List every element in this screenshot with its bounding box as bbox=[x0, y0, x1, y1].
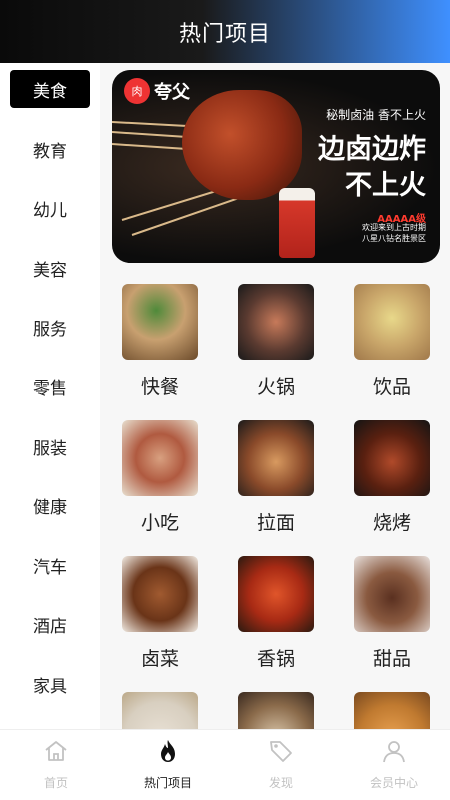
banner-small-text: 欢迎来到上古时期 八星八钻名胜景区 bbox=[306, 222, 426, 244]
main-content: 肉 夸父 秘制卤油 香不上火 边卤边炸 不上火 AAAAA级 欢迎来到上古时期 … bbox=[100, 63, 450, 729]
coffee-image bbox=[238, 692, 314, 729]
category-bbq[interactable]: 烧烤 bbox=[342, 420, 442, 540]
category-sidebar: 美食 教育 幼儿 美容 服务 零售 服装 健康 汽车 酒店 家具 bbox=[0, 63, 100, 729]
tab-hot-projects[interactable]: 热门项目 bbox=[112, 730, 224, 800]
category-drinks[interactable]: 饮品 bbox=[342, 284, 442, 404]
tab-member-center[interactable]: 会员中心 bbox=[338, 730, 450, 800]
category-partial-3[interactable] bbox=[342, 692, 442, 729]
sidebar-item-beauty[interactable]: 美容 bbox=[10, 249, 90, 287]
category-label: 拉面 bbox=[256, 512, 295, 534]
category-partial-2[interactable] bbox=[226, 692, 326, 729]
page-title: 热门项目 bbox=[178, 21, 271, 47]
category-hotpot[interactable]: 火锅 bbox=[226, 284, 326, 404]
user-icon bbox=[383, 741, 405, 763]
braised-image bbox=[122, 556, 198, 632]
brand-badge-icon: 肉 bbox=[124, 78, 150, 104]
hotpot-image bbox=[238, 284, 314, 360]
banner-small-line2: 八星八钻名胜景区 bbox=[362, 234, 426, 243]
drinks-image bbox=[354, 284, 430, 360]
banner-slogan: 边卤边炸 不上火 bbox=[286, 132, 426, 204]
braised-food-illustration bbox=[182, 90, 302, 200]
spicy-pot-image bbox=[238, 556, 314, 632]
tab-discover[interactable]: 发现 bbox=[225, 730, 337, 800]
ramen-image bbox=[238, 420, 314, 496]
banner-tagline: 秘制卤油 香不上火 bbox=[326, 108, 426, 122]
category-label: 香锅 bbox=[256, 648, 295, 670]
home-icon bbox=[45, 741, 67, 761]
category-braised[interactable]: 卤菜 bbox=[110, 556, 210, 676]
brand-logo: 肉 夸父 bbox=[124, 78, 190, 104]
app-header: 热门项目 bbox=[0, 0, 450, 63]
brand-name: 夸父 bbox=[154, 82, 190, 103]
category-partial-1[interactable] bbox=[110, 692, 210, 729]
tab-home[interactable]: 首页 bbox=[0, 730, 112, 800]
fire-icon bbox=[161, 740, 175, 762]
sidebar-item-service[interactable]: 服务 bbox=[10, 308, 90, 346]
category-label: 甜品 bbox=[372, 648, 411, 670]
tag-icon bbox=[270, 741, 292, 762]
category-fast-food[interactable]: 快餐 bbox=[110, 284, 210, 404]
category-dessert[interactable]: 甜品 bbox=[342, 556, 442, 676]
sidebar-item-food[interactable]: 美食 bbox=[10, 70, 90, 108]
tab-label: 首页 bbox=[43, 776, 68, 790]
fast-food-image bbox=[122, 284, 198, 360]
category-snacks[interactable]: 小吃 bbox=[110, 420, 210, 540]
tab-label: 会员中心 bbox=[369, 776, 418, 790]
category-label: 卤菜 bbox=[140, 648, 179, 670]
banner-slogan-line2: 不上火 bbox=[345, 170, 426, 201]
sidebar-item-clothing[interactable]: 服装 bbox=[10, 427, 90, 465]
category-ramen[interactable]: 拉面 bbox=[226, 420, 326, 540]
snacks-image bbox=[122, 420, 198, 496]
sidebar-item-health[interactable]: 健康 bbox=[10, 486, 90, 524]
bottom-tab-bar: 首页 热门项目 发现 会员中心 bbox=[0, 729, 450, 800]
sidebar-item-furniture[interactable]: 家具 bbox=[10, 665, 90, 703]
category-label: 快餐 bbox=[140, 376, 179, 398]
sidebar-item-childcare[interactable]: 幼儿 bbox=[10, 189, 90, 227]
category-label: 小吃 bbox=[140, 512, 179, 534]
tab-label: 发现 bbox=[268, 776, 293, 790]
partial-food-image bbox=[122, 692, 198, 729]
tab-label: 热门项目 bbox=[143, 776, 192, 790]
category-spicy-pot[interactable]: 香锅 bbox=[226, 556, 326, 676]
promo-banner[interactable]: 肉 夸父 秘制卤油 香不上火 边卤边炸 不上火 AAAAA级 欢迎来到上古时期 … bbox=[112, 70, 440, 263]
dessert-image bbox=[354, 556, 430, 632]
category-label: 饮品 bbox=[372, 376, 411, 398]
sidebar-item-retail[interactable]: 零售 bbox=[10, 367, 90, 405]
banner-slogan-line1: 边卤边炸 bbox=[318, 134, 426, 165]
sidebar-item-auto[interactable]: 汽车 bbox=[10, 546, 90, 584]
pastry-image bbox=[354, 692, 430, 729]
sidebar-item-hotel[interactable]: 酒店 bbox=[10, 605, 90, 643]
bbq-image bbox=[354, 420, 430, 496]
sidebar-item-education[interactable]: 教育 bbox=[10, 130, 90, 168]
category-label: 火锅 bbox=[256, 376, 295, 398]
category-label: 烧烤 bbox=[372, 512, 411, 534]
banner-small-line1: 欢迎来到上古时期 bbox=[362, 223, 426, 232]
